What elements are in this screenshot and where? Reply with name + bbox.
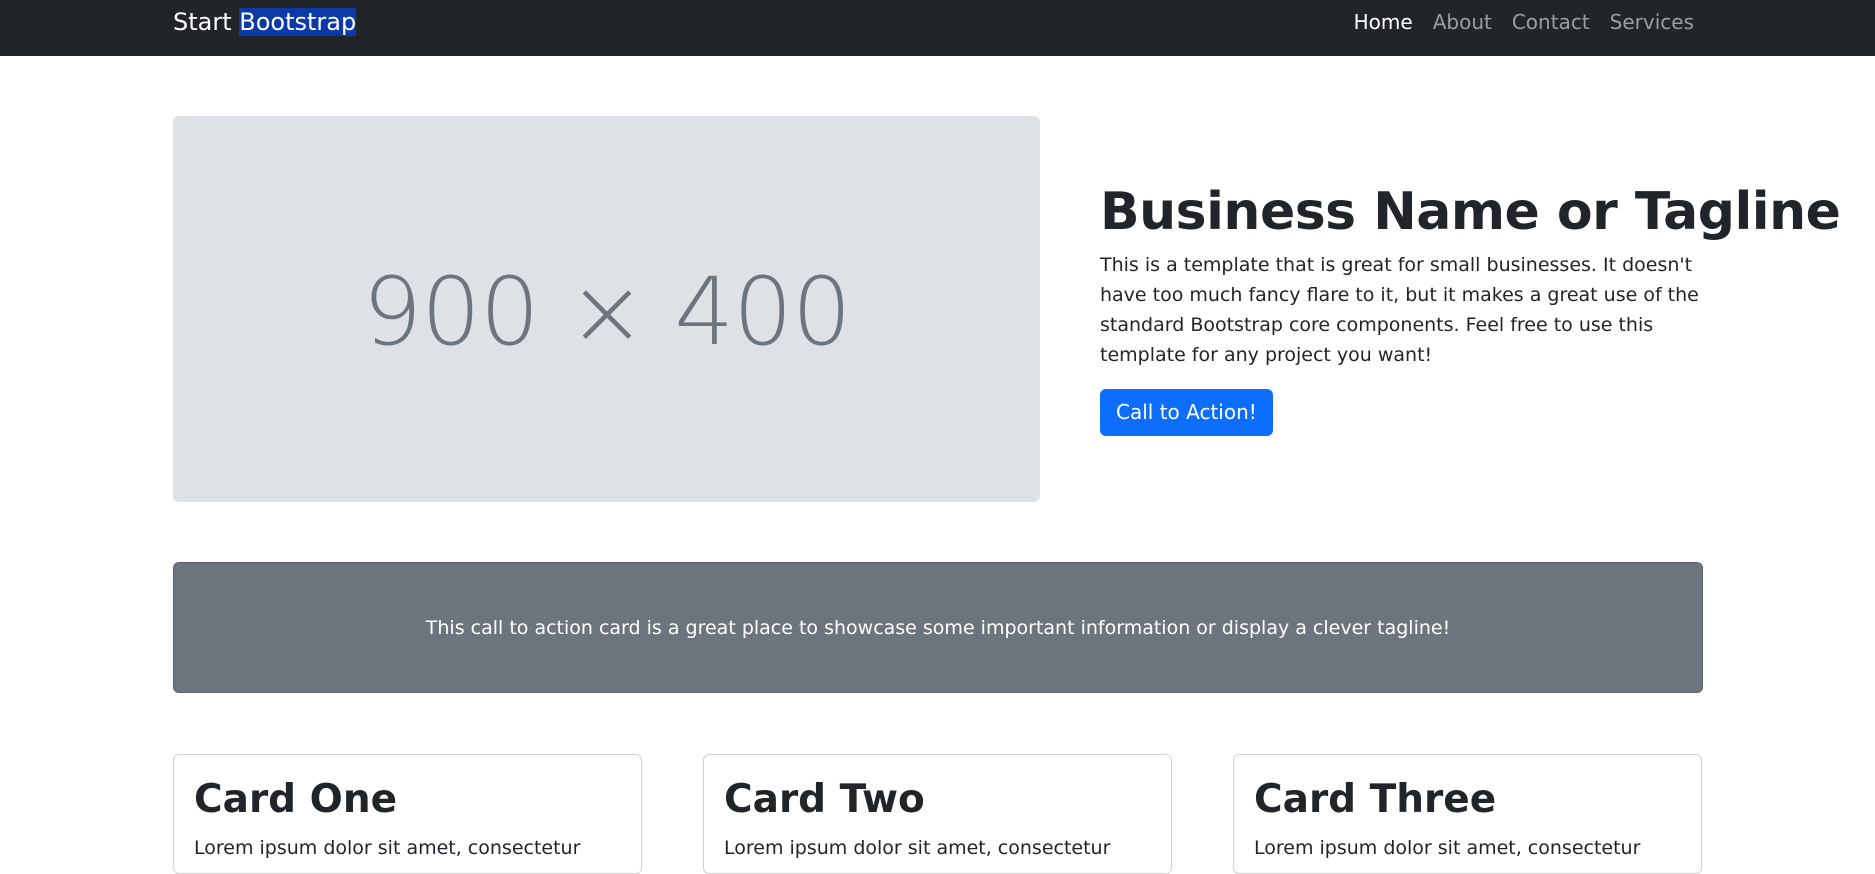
card-title: Card One — [194, 777, 398, 822]
hero-image-placeholder-label: 900 × 400 — [362, 257, 851, 367]
nav-link-services[interactable]: Services — [1610, 9, 1694, 35]
card-one: Card One Lorem ipsum dolor sit amet, con… — [173, 754, 642, 874]
callout-text: This call to action card is a great plac… — [425, 616, 1451, 639]
hero-description: This is a template that is great for sma… — [1100, 254, 1699, 366]
brand-link[interactable]: Start Bootstrap — [173, 6, 357, 38]
call-to-action-button[interactable]: Call to Action! — [1100, 389, 1273, 436]
card-title: Card Two — [724, 777, 925, 822]
card-text: Lorem ipsum dolor sit amet, consectetur — [724, 837, 1111, 859]
card-title: Card Three — [1254, 777, 1497, 822]
nav-link-contact[interactable]: Contact — [1512, 9, 1590, 35]
hero-title: Business Name or Tagline — [1100, 182, 1841, 242]
card-text: Lorem ipsum dolor sit amet, consectetur — [1254, 837, 1641, 859]
nav-link-home[interactable]: Home — [1354, 9, 1413, 35]
nav-links: Home About Contact Services — [1354, 9, 1694, 35]
brand-text-selected: Bootstrap — [239, 8, 357, 36]
nav-link-about[interactable]: About — [1433, 9, 1492, 35]
brand-text-start: Start — [173, 8, 240, 36]
card-three: Card Three Lorem ipsum dolor sit amet, c… — [1233, 754, 1702, 874]
top-navbar: Start Bootstrap Home About Contact Servi… — [0, 0, 1875, 56]
card-two: Card Two Lorem ipsum dolor sit amet, con… — [703, 754, 1172, 874]
callout-card: This call to action card is a great plac… — [173, 562, 1703, 693]
hero-text-block: Business Name or Tagline This is a templ… — [1100, 182, 1841, 436]
hero-image-placeholder: 900 × 400 — [173, 116, 1040, 502]
card-text: Lorem ipsum dolor sit amet, consectetur — [194, 837, 581, 859]
